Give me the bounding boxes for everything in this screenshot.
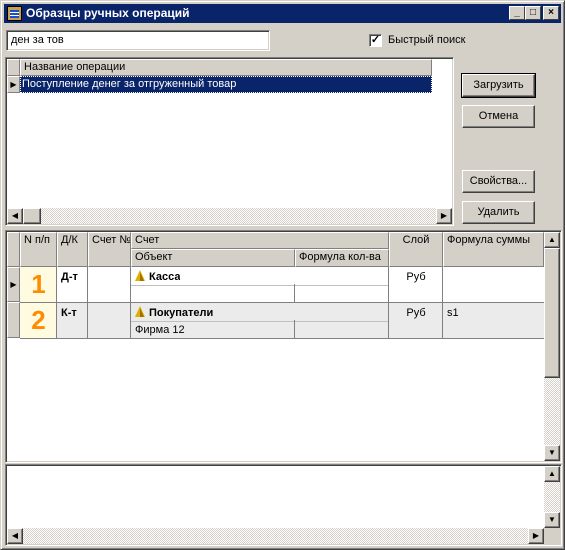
window: Образцы ручных операций _ □ × ден за тов… [0,0,565,550]
row-pointer-arrow-icon: ▶ [7,76,20,93]
row-divider [20,338,544,339]
dk-cell[interactable]: К-т [61,306,77,320]
load-button[interactable]: Загрузить [461,73,536,98]
account-cell[interactable]: Касса [135,270,180,284]
minimize-button[interactable]: _ [509,6,525,20]
notes-scroll-up-button[interactable]: ▲ [544,466,560,482]
entries-v-scroll-thumb[interactable] [544,248,560,378]
grid-line [294,284,295,302]
notes-h-scrollbar[interactable] [7,528,544,544]
title-bar[interactable]: Образцы ручных операций _ □ × [4,4,561,23]
subrow-divider [131,321,389,322]
row-number: 2 [31,305,46,335]
row-number-cell: 2 [20,303,57,338]
scroll-right-button[interactable]: ▶ [436,208,452,224]
app-window-icon [7,6,22,21]
operations-h-scrollbar[interactable] [7,208,452,224]
notes-area[interactable]: ▲ ▼ ◀ ▶ [5,464,562,546]
subrow-divider [131,285,389,286]
layer-cell[interactable]: Руб [389,306,443,320]
row-indicator [7,302,20,338]
quick-search-checkbox[interactable]: ✓ [369,34,382,47]
col-qty-formula-header[interactable]: Формула кол-ва [295,249,389,267]
cancel-button[interactable]: Отмена [462,105,535,128]
quick-search-label[interactable]: Быстрый поиск [388,34,465,46]
object-cell[interactable]: Фирма 12 [135,323,185,337]
scroll-down-button[interactable]: ▼ [544,445,560,461]
notes-scroll-down-button[interactable]: ▼ [544,512,560,528]
row-divider [20,302,544,303]
maximize-button[interactable]: □ [525,6,541,20]
entries-header-corner [7,232,20,267]
table-row[interactable]: 2 К-т Покупатели Фирма 12 Руб s1 [20,303,544,338]
dk-cell[interactable]: Д-т [61,270,78,284]
search-input[interactable]: ден за тов [6,30,270,51]
col-num-header[interactable]: N п/п [20,232,57,267]
operation-row-selected[interactable]: Поступление денег за отгруженный товар [20,76,432,93]
notes-scroll-left-button[interactable]: ◀ [7,528,23,544]
pyramid-account-icon [135,306,145,317]
col-account-header[interactable]: Счет [131,232,389,249]
col-account-no-header[interactable]: Счет № [88,232,131,267]
col-sum-formula-header[interactable]: Формула суммы [443,232,544,267]
entries-grid[interactable]: N п/п Д/К Счет № Счет Объект Формула кол… [5,230,562,463]
pyramid-account-icon [135,270,145,281]
row-pointer-arrow-icon: ▶ [7,267,20,302]
row-number: 1 [31,269,46,299]
table-row[interactable]: 1 Д-т Касса Руб [20,267,544,302]
layer-cell[interactable]: Руб [389,270,443,284]
account-cell[interactable]: Покупатели [135,306,213,320]
close-button[interactable]: × [543,6,559,20]
grid-line [294,320,295,338]
notes-scroll-right-button[interactable]: ▶ [528,528,544,544]
scroll-left-button[interactable]: ◀ [7,208,23,224]
operations-column-header[interactable]: Название операции [20,59,432,76]
account-name: Касса [149,271,181,283]
operations-h-scroll-thumb[interactable] [23,208,41,224]
row-number-cell: 1 [20,267,57,302]
col-object-header[interactable]: Объект [131,249,295,267]
window-title: Образцы ручных операций [26,6,190,20]
delete-button[interactable]: Удалить [462,201,535,224]
col-layer-header[interactable]: Слой [389,232,443,267]
size-grip[interactable] [544,528,560,544]
properties-button[interactable]: Свойства... [462,170,535,193]
operations-row-header-corner [7,59,20,76]
account-name: Покупатели [149,307,214,319]
scroll-up-button[interactable]: ▲ [544,232,560,248]
sum-formula-cell[interactable]: s1 [447,306,459,320]
operations-list[interactable]: Название операции ▶ Поступление денег за… [5,57,454,226]
col-dk-header[interactable]: Д/К [57,232,88,267]
